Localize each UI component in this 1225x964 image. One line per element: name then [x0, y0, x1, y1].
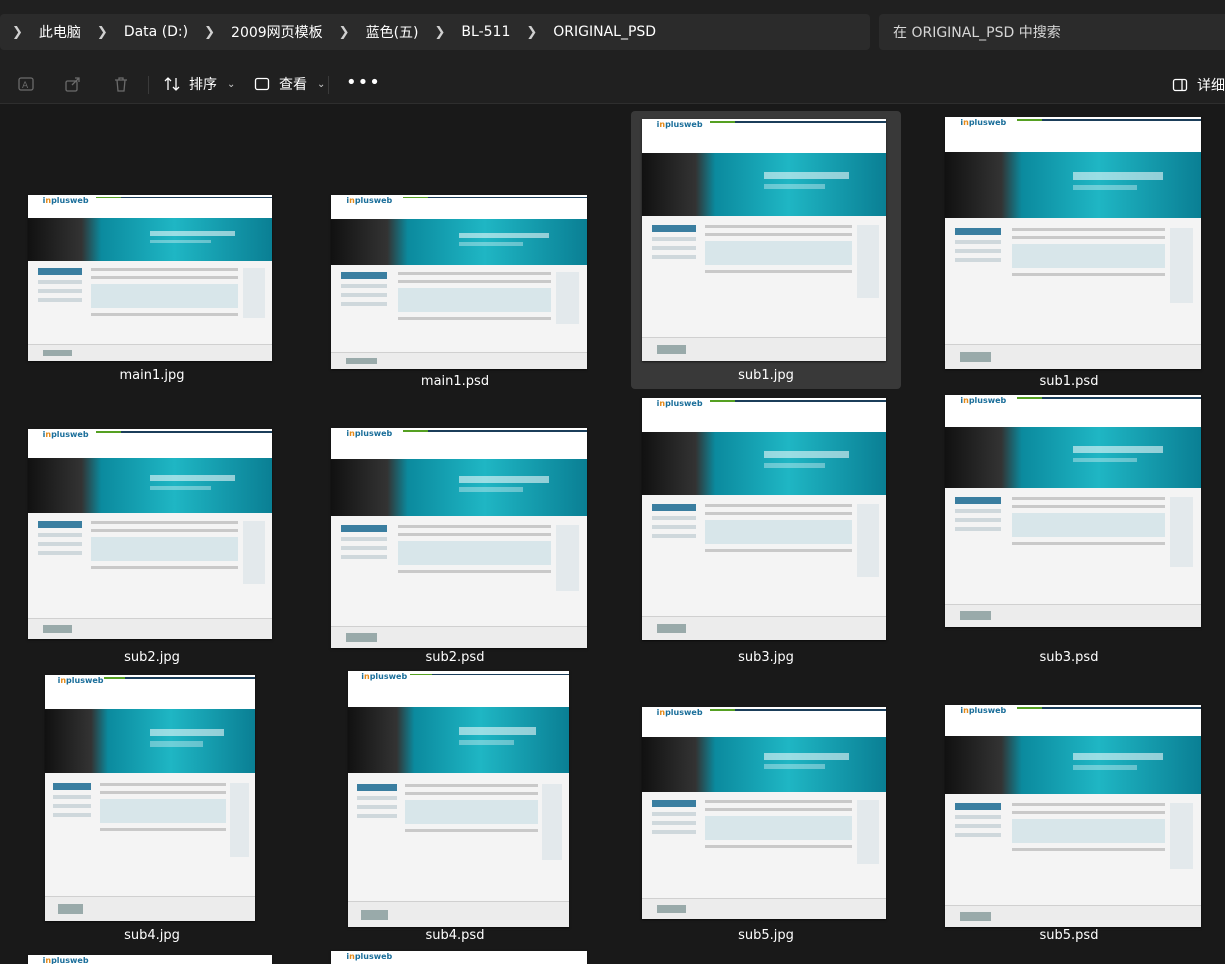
- file-name: sub4.psd: [425, 928, 485, 943]
- file-name: sub4.jpg: [124, 928, 180, 943]
- sort-button[interactable]: 排序 ⌄: [163, 70, 235, 98]
- chevron-right-icon: ❯: [12, 24, 23, 40]
- view-button[interactable]: 查看 ⌄: [253, 70, 325, 98]
- chevron-down-icon: ⌄: [317, 78, 326, 90]
- details-pane-icon: [1172, 78, 1188, 92]
- breadcrumb-item-templates[interactable]: ❯ 2009网页模板: [192, 14, 327, 50]
- file-thumbnail: inplusweb: [945, 395, 1201, 627]
- breadcrumb-item-drive[interactable]: ❯ Data (D:): [85, 14, 192, 50]
- file-name: sub1.jpg: [738, 368, 794, 383]
- file-name: sub3.psd: [1039, 650, 1099, 665]
- file-item-sub1-jpg[interactable]: inplusweb sub1.jpg: [631, 111, 901, 389]
- address-row: ❯ 此电脑 ❯ Data (D:) ❯ 2009网页模板 ❯ 蓝色(五) ❯ B…: [0, 0, 1225, 64]
- breadcrumb-item-blue[interactable]: ❯ 蓝色(五): [327, 14, 423, 50]
- file-name: sub5.psd: [1039, 928, 1099, 943]
- file-item-sub5-psd[interactable]: inplusweb sub5.psd: [934, 675, 1204, 953]
- chevron-down-icon: ⌄: [227, 78, 236, 90]
- file-item-sub5-jpg[interactable]: inplusweb sub5.jpg: [631, 675, 901, 953]
- chevron-right-icon: ❯: [526, 24, 538, 40]
- svg-text:A: A: [22, 81, 29, 91]
- file-thumbnail: inplusweb: [642, 398, 886, 640]
- file-thumbnail-partial[interactable]: inplusweb: [331, 951, 587, 964]
- file-item-sub3-psd[interactable]: inplusweb sub3.psd: [934, 395, 1204, 673]
- sort-icon: [164, 77, 180, 91]
- file-thumbnail: inplusweb: [331, 428, 587, 648]
- chevron-right-icon: ❯: [204, 24, 216, 40]
- toolbar-divider: [328, 76, 329, 94]
- chevron-right-icon: ❯: [434, 24, 446, 40]
- delete-icon[interactable]: [111, 74, 131, 94]
- file-name: sub1.psd: [1039, 374, 1099, 389]
- file-item-main1-psd[interactable]: inplusweb main1.psd: [320, 111, 590, 389]
- file-item-sub4-psd[interactable]: inplusweb sub4.psd: [320, 671, 590, 953]
- details-pane-button[interactable]: 详细信: [1171, 75, 1225, 95]
- file-thumbnail: inplusweb: [331, 195, 587, 369]
- file-item-sub4-jpg[interactable]: inplusweb sub4.jpg: [17, 675, 287, 953]
- search-placeholder: 在 ORIGINAL_PSD 中搜索: [893, 25, 1061, 41]
- file-thumbnail: inplusweb: [28, 429, 272, 639]
- view-icon: [254, 77, 270, 91]
- file-item-sub3-jpg[interactable]: inplusweb sub3.jpg: [631, 395, 901, 673]
- file-name: sub3.jpg: [738, 650, 794, 665]
- file-name: main1.psd: [420, 374, 490, 389]
- toolbar-divider: [148, 76, 149, 94]
- share-icon[interactable]: [63, 74, 83, 94]
- search-input[interactable]: 在 ORIGINAL_PSD 中搜索: [879, 14, 1225, 50]
- file-thumbnail: inplusweb: [945, 117, 1201, 369]
- chevron-right-icon: ❯: [96, 24, 108, 40]
- file-item-sub2-jpg[interactable]: inplusweb sub2.jpg: [17, 395, 287, 673]
- chevron-right-icon: ❯: [338, 24, 350, 40]
- file-name: sub5.jpg: [738, 928, 794, 943]
- breadcrumb[interactable]: ❯ 此电脑 ❯ Data (D:) ❯ 2009网页模板 ❯ 蓝色(五) ❯ B…: [0, 14, 870, 50]
- file-thumbnail: inplusweb: [348, 671, 569, 927]
- file-name: sub2.psd: [425, 650, 485, 665]
- command-bar: A 排序 ⌄ 查看 ⌄ ••• 详细信: [0, 64, 1225, 104]
- file-thumbnail: inplusweb: [642, 707, 886, 919]
- file-item-main1-jpg[interactable]: inplusweb main1.jpg: [17, 111, 287, 389]
- file-name: main1.jpg: [119, 368, 185, 383]
- file-name: sub2.jpg: [124, 650, 180, 665]
- file-thumbnail: inplusweb: [642, 119, 886, 361]
- file-thumbnail: inplusweb: [45, 675, 255, 921]
- file-thumbnail: inplusweb: [945, 705, 1201, 927]
- breadcrumb-item-original-psd[interactable]: ❯ ORIGINAL_PSD: [514, 14, 660, 50]
- file-grid: inplusweb main1.jpg inplusweb main1.psd …: [0, 105, 1225, 964]
- breadcrumb-item-this-pc[interactable]: ❯ 此电脑: [0, 14, 85, 50]
- more-options-button[interactable]: •••: [346, 72, 381, 93]
- file-item-sub1-psd[interactable]: inplusweb sub1.psd: [934, 111, 1204, 389]
- file-item-sub2-psd[interactable]: inplusweb sub2.psd: [320, 395, 590, 673]
- file-thumbnail: inplusweb: [28, 195, 272, 361]
- breadcrumb-item-bl511[interactable]: ❯ BL-511: [423, 14, 515, 50]
- file-thumbnail-partial[interactable]: inplusweb: [28, 955, 272, 964]
- rename-icon[interactable]: A: [16, 74, 36, 94]
